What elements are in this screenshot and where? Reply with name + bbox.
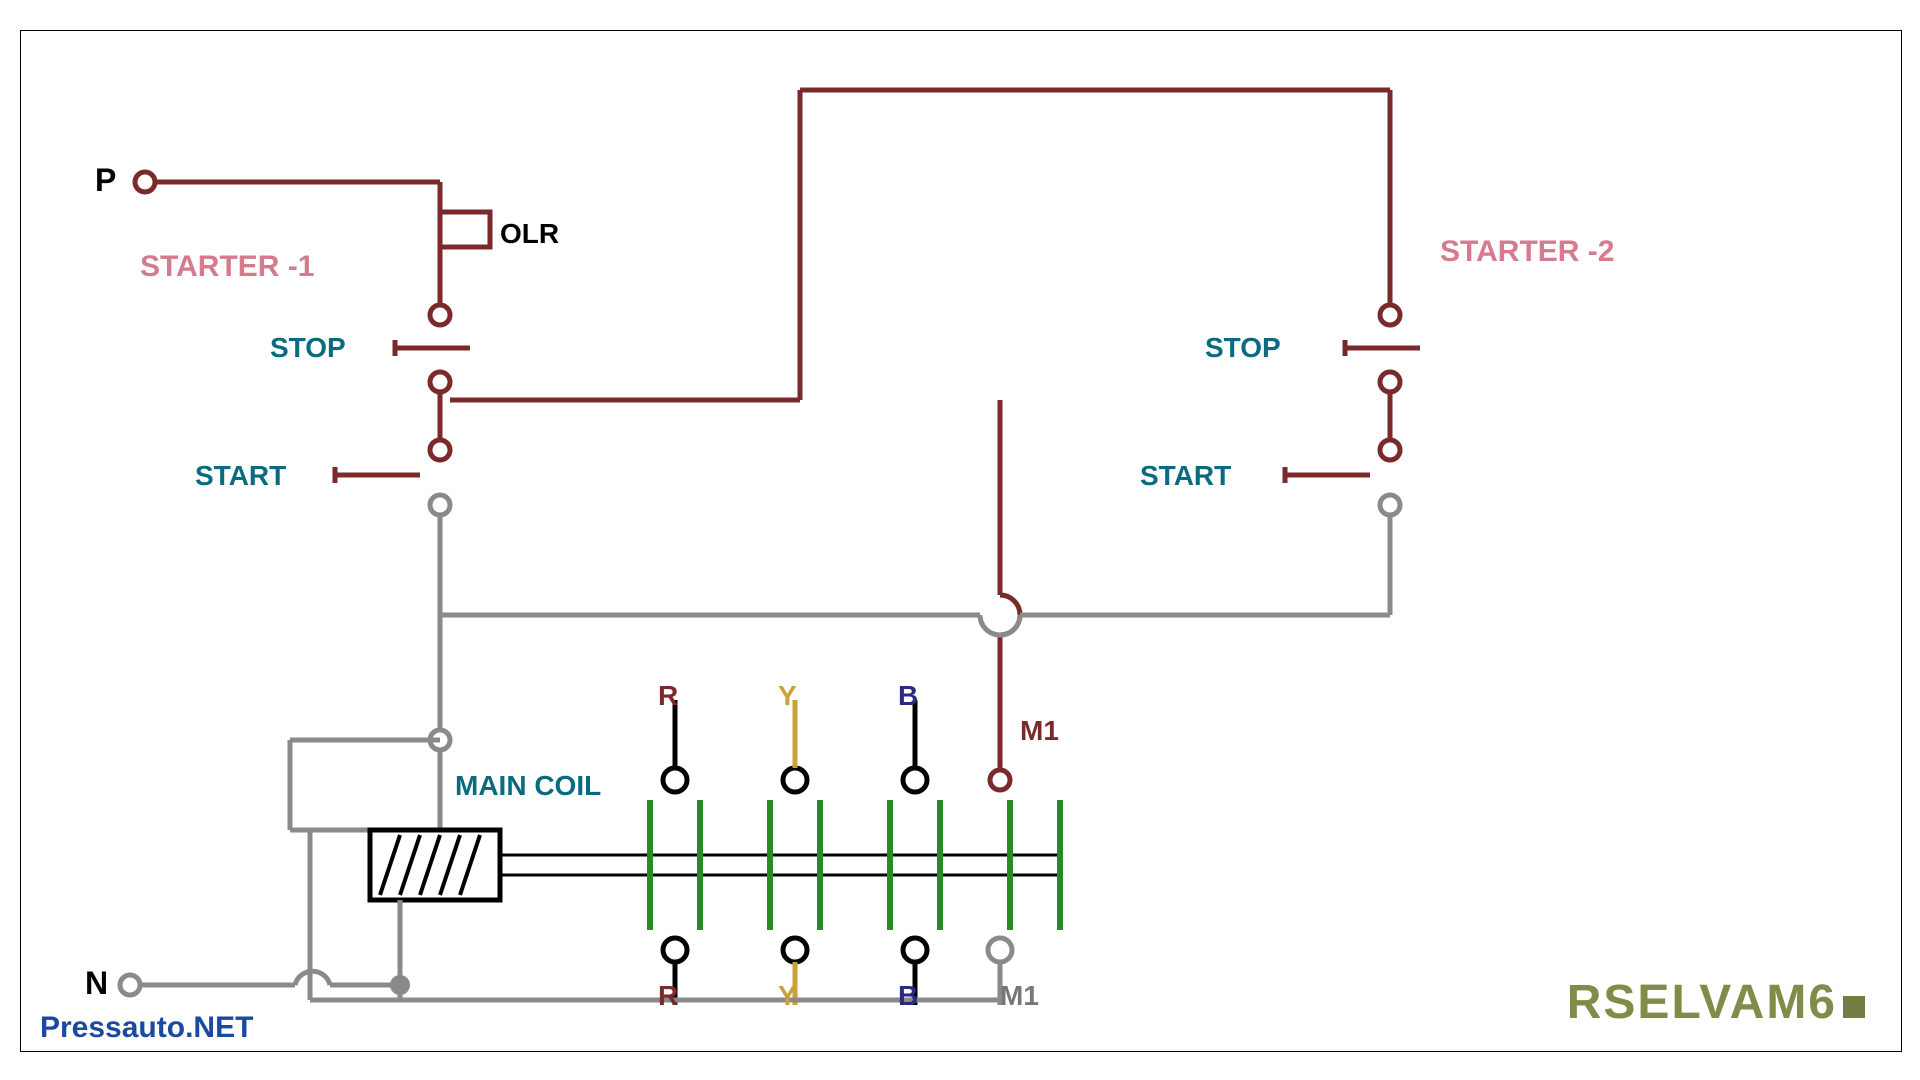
stop-1-label: STOP [270,332,346,364]
m1-bot-label: M1 [1000,980,1039,1012]
stop-2-label: STOP [1205,332,1281,364]
terminal-n-label: N [85,965,108,1002]
watermark-logo: RSELVAM6 [1567,975,1865,1030]
olr-label: OLR [500,218,559,250]
main-coil-label: MAIN COIL [455,770,601,802]
m1-top-label: M1 [1020,715,1059,747]
phase-b-top-label: B [898,680,918,712]
starter-1-label: STARTER -1 [140,250,314,284]
phase-y-top-label: Y [778,680,797,712]
phase-b-bot-label: B [898,980,918,1012]
start-2-label: START [1140,460,1231,492]
terminal-p-label: P [95,162,116,199]
wiring-diagram [0,0,1920,1080]
phase-r-bot-label: R [658,980,678,1012]
starter-2-label: STARTER -2 [1440,235,1614,269]
source-credit: Pressauto.NET [40,1011,253,1045]
phase-r-top-label: R [658,680,678,712]
start-1-label: START [195,460,286,492]
phase-y-bot-label: Y [778,980,797,1012]
